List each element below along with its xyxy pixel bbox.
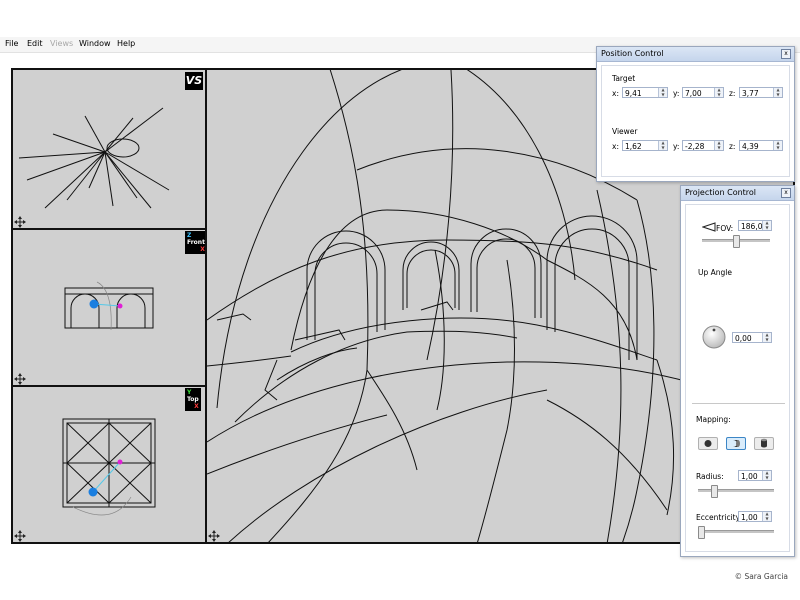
mapping-label: Mapping: <box>696 415 731 424</box>
position-control-body: Target x: 9,41 ▲ ▼ y: 7,00 ▲ ▼ z: 3,77 ▲ ▼ Vie… <box>601 65 790 177</box>
radius-slider-track[interactable] <box>698 489 774 492</box>
fov-field[interactable]: 186,00 ▲ ▼ <box>738 220 772 231</box>
spin-arrows-icon[interactable]: ▲ ▼ <box>762 511 771 521</box>
viewer-z-field[interactable]: 4,39 ▲ ▼ <box>739 140 783 151</box>
top-view-label: Top <box>187 396 199 403</box>
up-angle-value: 0,00 <box>735 334 752 343</box>
spin-arrows-icon[interactable]: ▲ ▼ <box>658 87 667 97</box>
front-view-label: Front <box>187 239 205 246</box>
menu-file[interactable]: File <box>5 39 18 48</box>
viewer-x-label: x: <box>612 142 619 151</box>
viewer-y-field[interactable]: -2,28 ▲ ▼ <box>682 140 724 151</box>
top-axis-bottom: X <box>194 403 199 410</box>
sphere-icon <box>704 440 712 447</box>
projection-control-title-bar[interactable]: Projection Control x <box>681 186 794 201</box>
up-angle-dial[interactable] <box>702 325 726 351</box>
top-axis-top: Y <box>187 389 192 396</box>
viewer-x-field[interactable]: 1,62 ▲ ▼ <box>622 140 668 151</box>
eccentricity-label: Eccentricity: <box>696 513 743 522</box>
target-x-label: x: <box>612 89 619 98</box>
spin-arrows-icon[interactable]: ▲ ▼ <box>658 140 667 150</box>
fov-cone-icon <box>701 222 716 234</box>
target-z-value: 3,77 <box>742 89 759 98</box>
eccentricity-slider-thumb[interactable] <box>698 526 705 539</box>
radius-slider-thumb[interactable] <box>710 485 718 498</box>
perspective-wireframe <box>18 107 170 209</box>
viewer-y-value: -2,28 <box>685 142 705 151</box>
viewer-label: Viewer <box>612 127 638 136</box>
cylinder-icon <box>761 438 767 448</box>
target-z-label: z: <box>729 89 736 98</box>
position-control-title: Position Control <box>601 49 664 58</box>
spin-arrows-icon[interactable]: ▲ ▼ <box>762 220 771 230</box>
target-y-field[interactable]: 7,00 ▲ ▼ <box>682 87 724 98</box>
radius-label: Radius: <box>696 472 724 481</box>
viewer-z-label: z: <box>729 142 736 151</box>
move-icon[interactable] <box>14 530 26 542</box>
top-viewport[interactable]: Y Top X <box>12 386 206 543</box>
fov-slider-thumb[interactable] <box>733 235 740 248</box>
front-wireframe <box>64 281 154 331</box>
eccentricity-value: 1,00 <box>741 513 758 522</box>
mapping-half-sphere-button[interactable] <box>726 437 746 450</box>
menu-edit[interactable]: Edit <box>27 39 43 48</box>
copyright-notice: © Sara Garcia <box>734 572 788 581</box>
menu-window[interactable]: Window <box>79 39 111 48</box>
spin-arrows-icon[interactable]: ▲ ▼ <box>762 470 771 480</box>
close-icon[interactable]: x <box>781 49 791 59</box>
move-icon[interactable] <box>14 216 26 228</box>
target-x-value: 9,41 <box>625 89 642 98</box>
up-angle-field[interactable]: 0,00 ▲ ▼ <box>732 332 772 343</box>
up-angle-label: Up Angle <box>698 268 732 277</box>
viewer-x-value: 1,62 <box>625 142 642 151</box>
perspective-viewport[interactable] <box>12 69 206 229</box>
half-sphere-icon <box>733 440 740 447</box>
separator <box>692 403 785 404</box>
top-wireframe <box>62 418 156 516</box>
eccentricity-field[interactable]: 1,00 ▲ ▼ <box>738 511 772 522</box>
eccentricity-slider-track[interactable] <box>698 530 774 533</box>
move-icon[interactable] <box>14 373 26 385</box>
front-axis-top: Z <box>187 232 192 239</box>
position-control-panel: Position Control x Target x: 9,41 ▲ ▼ y: 7… <box>596 46 795 182</box>
front-viewport[interactable]: Z Front X <box>12 229 206 386</box>
target-z-field[interactable]: 3,77 ▲ ▼ <box>739 87 783 98</box>
close-icon[interactable]: x <box>781 188 791 198</box>
radius-value: 1,00 <box>741 472 758 481</box>
front-axis-bottom: X <box>200 246 205 253</box>
projection-control-body: FOV: 186,00 ▲ ▼ Up Angle 0,00 ▲ ▼ Mapping: R… <box>685 204 790 552</box>
top-view-tag: Y Top X <box>185 388 201 411</box>
fov-label: FOV: <box>716 224 734 233</box>
front-view-tag: Z Front X <box>185 231 205 254</box>
menu-views[interactable]: Views <box>50 39 73 48</box>
spin-arrows-icon[interactable]: ▲ ▼ <box>762 332 771 342</box>
position-control-title-bar[interactable]: Position Control x <box>597 47 794 62</box>
projection-control-title: Projection Control <box>685 188 757 197</box>
spin-arrows-icon[interactable]: ▲ ▼ <box>773 140 782 150</box>
move-icon[interactable] <box>208 530 220 542</box>
spin-arrows-icon[interactable]: ▲ ▼ <box>714 140 723 150</box>
target-label: Target <box>612 74 636 83</box>
radius-field[interactable]: 1,00 ▲ ▼ <box>738 470 772 481</box>
viewer-y-label: y: <box>673 142 680 151</box>
mapping-cylinder-button[interactable] <box>754 437 774 450</box>
projection-control-panel: Projection Control x FOV: 186,00 ▲ ▼ Up An… <box>680 185 795 557</box>
spin-arrows-icon[interactable]: ▲ ▼ <box>773 87 782 97</box>
app-logo: VS <box>185 72 203 90</box>
mapping-sphere-button[interactable] <box>698 437 718 450</box>
spin-arrows-icon[interactable]: ▲ ▼ <box>714 87 723 97</box>
menu-help[interactable]: Help <box>117 39 135 48</box>
viewer-z-value: 4,39 <box>742 142 759 151</box>
target-y-value: 7,00 <box>685 89 702 98</box>
target-x-field[interactable]: 9,41 ▲ ▼ <box>622 87 668 98</box>
target-y-label: y: <box>673 89 680 98</box>
